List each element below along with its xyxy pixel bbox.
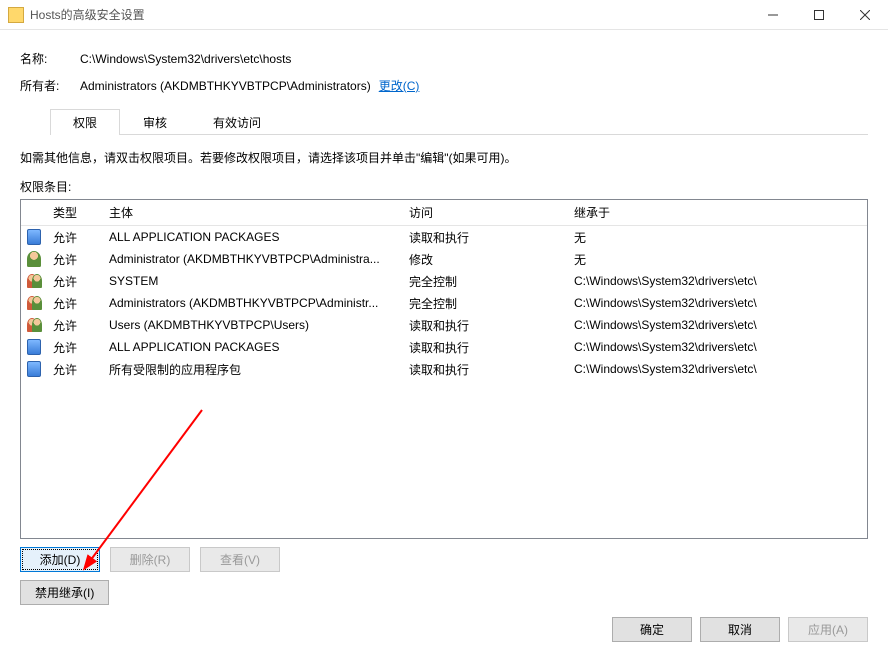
- window-controls: [750, 0, 888, 29]
- col-inherit-header[interactable]: 继承于: [568, 200, 867, 225]
- table-row[interactable]: 允许Users (AKDMBTHKYVBTPCP\Users)读取和执行C:\W…: [21, 314, 867, 336]
- table-row[interactable]: 允许所有受限制的应用程序包读取和执行C:\Windows\System32\dr…: [21, 358, 867, 380]
- entry-buttons: 添加(D) 删除(R) 查看(V): [20, 547, 868, 572]
- row-icon: [21, 225, 47, 249]
- col-type-header[interactable]: 类型: [47, 200, 103, 225]
- content-area: 名称: C:\Windows\System32\drivers\etc\host…: [0, 30, 888, 605]
- tabs: 权限 审核 有效访问: [50, 108, 868, 135]
- grid-header: 类型 主体 访问 继承于: [21, 200, 867, 226]
- package-icon: [27, 229, 41, 245]
- add-button[interactable]: 添加(D): [20, 547, 100, 572]
- inherit-buttons: 禁用继承(I): [20, 580, 868, 605]
- row-principal: Administrators (AKDMBTHKYVBTPCP\Administ…: [103, 292, 403, 314]
- col-icon-header: [21, 200, 47, 225]
- close-button[interactable]: [842, 0, 888, 30]
- window-title: Hosts的高级安全设置: [30, 6, 750, 23]
- owner-row: 所有者: Administrators (AKDMBTHKYVBTPCP\Adm…: [20, 77, 868, 94]
- row-inherit: C:\Windows\System32\drivers\etc\: [568, 358, 867, 380]
- row-icon: [21, 291, 47, 315]
- row-icon: [21, 313, 47, 337]
- row-access: 读取和执行: [403, 357, 568, 382]
- folder-icon: [8, 7, 24, 23]
- row-inherit: C:\Windows\System32\drivers\etc\: [568, 270, 867, 292]
- ok-button[interactable]: 确定: [612, 617, 692, 642]
- name-row: 名称: C:\Windows\System32\drivers\etc\host…: [20, 50, 868, 67]
- row-icon: [21, 357, 47, 381]
- entries-label: 权限条目:: [20, 178, 868, 195]
- apply-button[interactable]: 应用(A): [788, 617, 868, 642]
- grid-body: 允许ALL APPLICATION PACKAGES读取和执行无允许Admini…: [21, 226, 867, 380]
- package-icon: [27, 339, 41, 355]
- table-row[interactable]: 允许Administrators (AKDMBTHKYVBTPCP\Admini…: [21, 292, 867, 314]
- owner-label: 所有者:: [20, 77, 80, 94]
- users-icon: [27, 317, 41, 333]
- tab-effective[interactable]: 有效访问: [190, 109, 284, 135]
- disable-inherit-button[interactable]: 禁用继承(I): [20, 580, 109, 605]
- change-owner-link[interactable]: 更改(C): [379, 77, 420, 94]
- name-label: 名称:: [20, 50, 80, 67]
- row-principal: ALL APPLICATION PACKAGES: [103, 226, 403, 248]
- table-row[interactable]: 允许SYSTEM完全控制C:\Windows\System32\drivers\…: [21, 270, 867, 292]
- tab-audit[interactable]: 审核: [120, 109, 190, 135]
- table-row[interactable]: 允许Administrator (AKDMBTHKYVBTPCP\Adminis…: [21, 248, 867, 270]
- tab-permissions[interactable]: 权限: [50, 109, 120, 135]
- table-row[interactable]: 允许ALL APPLICATION PACKAGES读取和执行无: [21, 226, 867, 248]
- dialog-buttons: 确定 取消 应用(A): [612, 617, 868, 642]
- titlebar: Hosts的高级安全设置: [0, 0, 888, 30]
- row-inherit: C:\Windows\System32\drivers\etc\: [568, 314, 867, 336]
- row-type: 允许: [47, 357, 103, 382]
- hint-text: 如需其他信息，请双击权限项目。若要修改权限项目，请选择该项目并单击"编辑"(如果…: [20, 149, 868, 166]
- row-principal: Users (AKDMBTHKYVBTPCP\Users): [103, 314, 403, 336]
- row-principal: Administrator (AKDMBTHKYVBTPCP\Administr…: [103, 248, 403, 270]
- remove-button[interactable]: 删除(R): [110, 547, 190, 572]
- view-button[interactable]: 查看(V): [200, 547, 280, 572]
- row-inherit: 无: [568, 247, 867, 272]
- row-inherit: C:\Windows\System32\drivers\etc\: [568, 292, 867, 314]
- cancel-button[interactable]: 取消: [700, 617, 780, 642]
- row-inherit: C:\Windows\System32\drivers\etc\: [568, 336, 867, 358]
- row-principal: SYSTEM: [103, 270, 403, 292]
- owner-value: Administrators (AKDMBTHKYVBTPCP\Administ…: [80, 79, 371, 93]
- permissions-grid: 类型 主体 访问 继承于 允许ALL APPLICATION PACKAGES读…: [20, 199, 868, 539]
- row-principal: ALL APPLICATION PACKAGES: [103, 336, 403, 358]
- name-value: C:\Windows\System32\drivers\etc\hosts: [80, 52, 291, 66]
- col-access-header[interactable]: 访问: [403, 200, 568, 225]
- users-icon: [27, 295, 41, 311]
- minimize-button[interactable]: [750, 0, 796, 30]
- row-icon: [21, 335, 47, 359]
- user-icon: [27, 251, 41, 267]
- table-row[interactable]: 允许ALL APPLICATION PACKAGES读取和执行C:\Window…: [21, 336, 867, 358]
- row-icon: [21, 247, 47, 271]
- users-icon: [27, 273, 41, 289]
- maximize-button[interactable]: [796, 0, 842, 30]
- row-icon: [21, 269, 47, 293]
- col-principal-header[interactable]: 主体: [103, 200, 403, 225]
- row-principal: 所有受限制的应用程序包: [103, 357, 403, 382]
- package-icon: [27, 361, 41, 377]
